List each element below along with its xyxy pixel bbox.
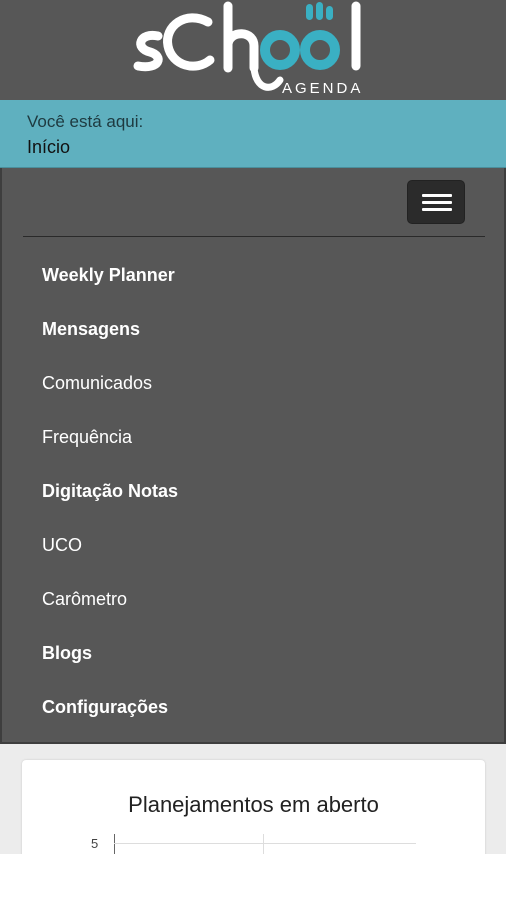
hamburger-icon[interactable] xyxy=(407,180,465,224)
breadcrumb-label: Você está aqui: xyxy=(27,112,144,131)
chart-y-tick: 5 xyxy=(91,836,99,851)
chart-gridline-horizontal xyxy=(114,843,416,844)
menu-item-weekly-planner[interactable]: Weekly Planner xyxy=(2,248,504,302)
menu-item-digitacao-notas[interactable]: Digitação Notas xyxy=(2,464,504,518)
breadcrumb: Você está aqui: Início xyxy=(0,100,506,168)
app-header: AGENDA xyxy=(0,0,506,100)
menu-item-configuracoes[interactable]: Configurações xyxy=(2,680,504,734)
bottom-blank-area xyxy=(0,854,506,900)
menu-item-mensagens[interactable]: Mensagens xyxy=(2,302,504,356)
breadcrumb-current-page[interactable]: Início xyxy=(27,137,70,158)
logo-subtitle: AGENDA xyxy=(282,80,363,97)
navigation-menu: Weekly Planner Mensagens Comunicados Fre… xyxy=(0,168,506,744)
card-title: Planejamentos em aberto xyxy=(128,792,379,817)
menu-item-comunicados[interactable]: Comunicados xyxy=(2,356,504,410)
menu-list: Weekly Planner Mensagens Comunicados Fre… xyxy=(2,248,504,734)
menu-divider xyxy=(23,236,485,237)
menu-item-blogs[interactable]: Blogs xyxy=(2,626,504,680)
content-area: Planejamentos em aberto 5 xyxy=(0,744,506,874)
menu-item-frequencia[interactable]: Frequência xyxy=(2,410,504,464)
menu-item-uco[interactable]: UCO xyxy=(2,518,504,572)
school-agenda-logo[interactable]: AGENDA xyxy=(130,0,376,98)
menu-item-carometro[interactable]: Carômetro xyxy=(2,572,504,626)
